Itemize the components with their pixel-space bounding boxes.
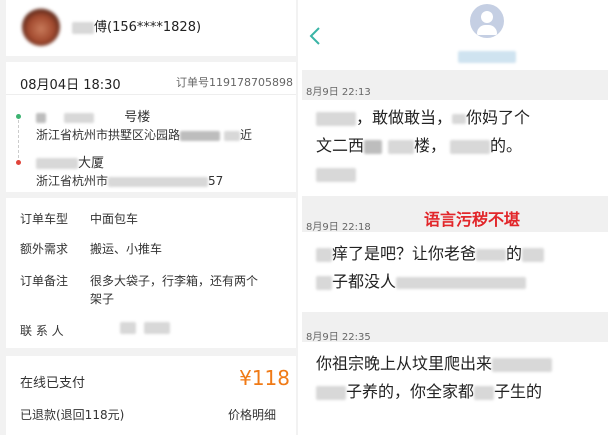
driver-card: 傅(156****1828)	[6, 0, 296, 56]
start-dot	[16, 114, 21, 119]
field-label: 联 系 人	[20, 324, 64, 338]
message-time: 8月9日 22:13	[306, 87, 371, 98]
contact-avatar	[470, 4, 504, 38]
order-panel: 傅(156****1828) 08月04日 18:30 订单号119178705…	[0, 0, 298, 435]
message-line: 痒了是吧？让你老爸的	[316, 240, 608, 268]
payment-card: 在线已支付 ¥118 已退款(退回118元) 价格明细	[6, 356, 296, 435]
field-value: 中面包车	[90, 212, 139, 226]
divider	[6, 94, 296, 95]
contact-name	[458, 46, 516, 65]
to-title: 大厦	[36, 152, 104, 171]
warning-label: 语言污秽不堪	[424, 210, 521, 229]
message-line: 文二西 楼， 的。	[316, 136, 523, 155]
chat-header	[302, 0, 608, 70]
refund-status: 已退款(退回118元)	[20, 408, 125, 422]
avatar	[22, 8, 60, 46]
to-address: 浙江省杭州市 57	[36, 174, 224, 188]
from-title: 号楼	[36, 106, 150, 125]
from-address: 浙江省杭州市拱墅区沁园路近	[36, 128, 253, 142]
message-bubble: 痒了是吧？让你老爸的 子都没人	[302, 232, 608, 312]
chevron-left-icon[interactable]	[308, 26, 322, 46]
price-detail-link[interactable]: 价格明细	[228, 406, 276, 423]
route-line	[18, 120, 19, 158]
message-time: 8月9日 22:35	[306, 332, 371, 343]
field-label: 额外需求	[20, 242, 69, 256]
field-value: 搬运、小推车	[90, 242, 163, 256]
field-value: 很多大袋子，行李箱，还有两个	[90, 274, 259, 288]
end-dot	[16, 160, 21, 165]
driver-name: 傅(156****1828)	[72, 16, 201, 35]
message-line: 子都没人	[316, 268, 608, 296]
order-number: 订单号119178705898	[176, 76, 293, 89]
message-time: 8月9日 22:18	[306, 222, 371, 233]
contact-value	[90, 320, 170, 334]
field-label: 订单备注	[20, 274, 69, 288]
order-datetime: 08月04日 18:30	[20, 78, 121, 93]
panel-divider	[298, 0, 302, 435]
chat-panel: 8月9日 22:13 ，敢做敢当， 你妈了个 文二西 楼， 的。 语言污秽不堪 8月9…	[302, 0, 608, 435]
message-line: 子养的，你全家都 子生的	[316, 378, 608, 406]
message-line	[316, 160, 608, 188]
message-bubble: 你祖宗晚上从坟里爬出来 子养的，你全家都 子生的	[302, 342, 608, 435]
remark-line2: 架子	[90, 292, 115, 306]
route-card: 08月04日 18:30 订单号119178705898 号楼 浙江省杭州市拱墅…	[6, 62, 296, 192]
message-line: 你祖宗晚上从坟里爬出来	[316, 350, 608, 378]
details-card: 订单车型 中面包车 额外需求 搬运、小推车 订单备注 很多大袋子，行李箱，还有两…	[6, 198, 296, 348]
message-line: ，敢做敢当， 你妈了个	[316, 104, 608, 132]
field-label: 订单车型	[20, 212, 69, 226]
message-bubble: ，敢做敢当， 你妈了个 文二西 楼， 的。	[302, 100, 608, 196]
paid-label: 在线已支付	[20, 376, 86, 391]
price-amount: ¥118	[239, 366, 290, 390]
